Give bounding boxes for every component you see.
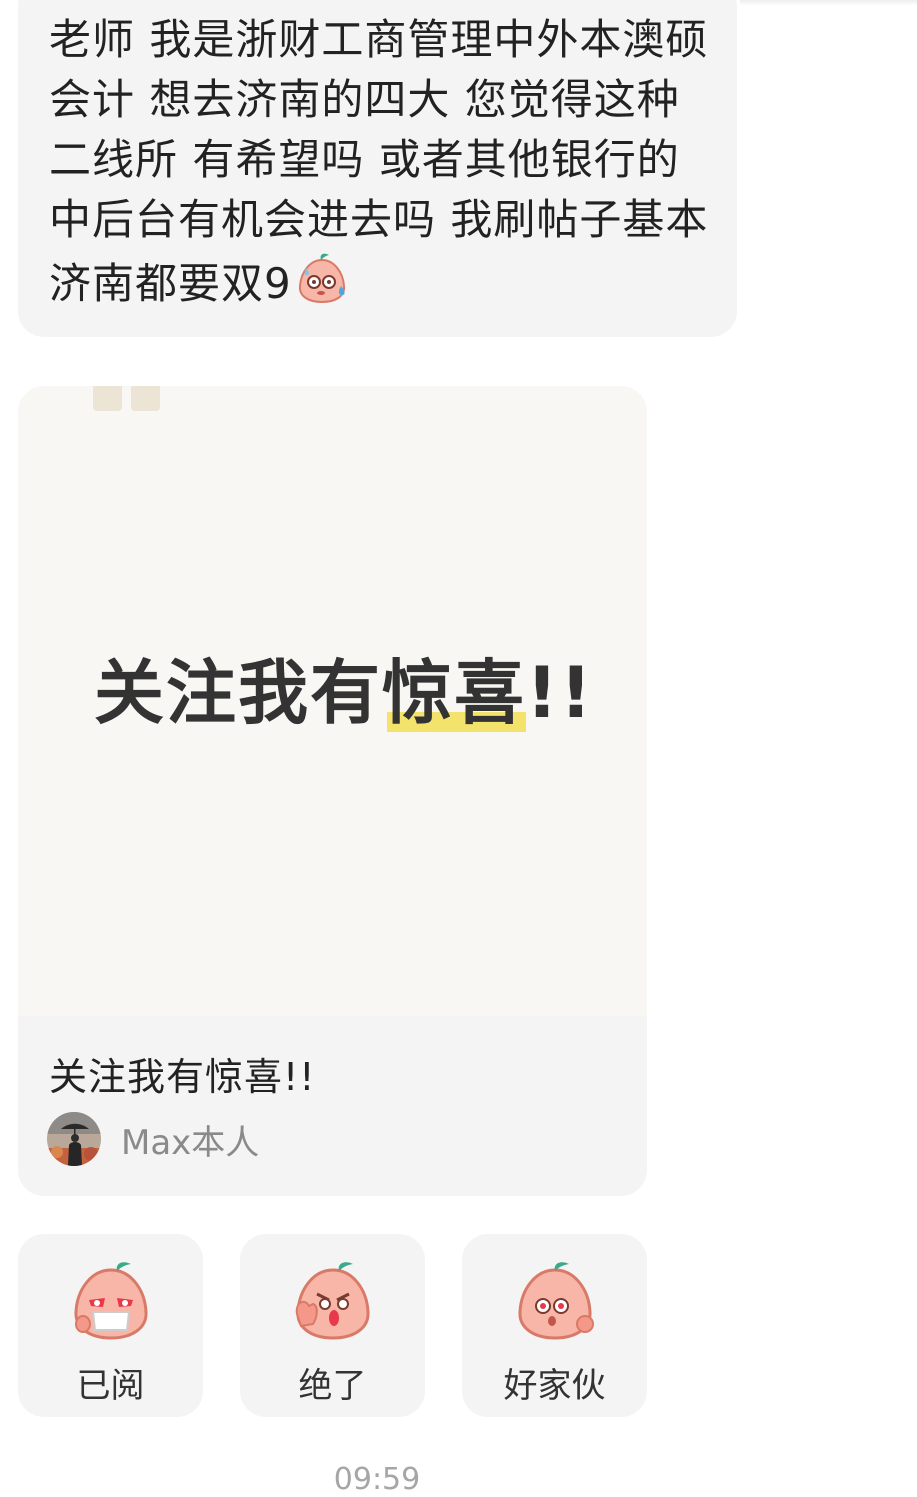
top-shadow-strip <box>740 0 917 6</box>
masked-peach-emoji-icon <box>73 1262 148 1340</box>
message-bubble[interactable]: 老师 我是浙财工商管理中外本澳硕会计 想去济南的四大 您觉得这种二线所 有希望吗… <box>18 0 737 337</box>
reaction-label: 好家伙 <box>503 1366 606 1406</box>
avatar[interactable] <box>47 1112 101 1166</box>
reaction-button-wow[interactable]: 好家伙 <box>462 1234 647 1417</box>
author-name[interactable]: Max本人 <box>121 1115 259 1164</box>
sweat-peach-emoji-icon <box>298 253 345 304</box>
shared-note-card[interactable]: 关注我有惊喜!! 关注我有惊喜!! Max本人 <box>18 386 647 1196</box>
quote-mark-decoration <box>93 386 169 415</box>
thumbs-up-peach-emoji-icon <box>295 1262 370 1340</box>
reaction-button-awesome[interactable]: 绝了 <box>240 1234 425 1417</box>
reaction-button-read[interactable]: 已阅 <box>18 1234 203 1417</box>
shocked-peach-emoji-icon <box>517 1262 594 1340</box>
note-title: 关注我有惊喜!! <box>49 1055 316 1099</box>
reaction-label: 已阅 <box>76 1366 145 1406</box>
quick-reactions: 已阅 绝了 好家伙 <box>18 1234 647 1417</box>
cover-title: 关注我有惊喜!! <box>94 648 594 738</box>
message-text: 老师 我是浙财工商管理中外本澳硕会计 想去济南的四大 您觉得这种二线所 有希望吗… <box>49 15 709 308</box>
note-author[interactable]: Max本人 <box>47 1111 259 1167</box>
cover-title-text: 关注我有惊喜!! <box>94 652 594 734</box>
reaction-label: 绝了 <box>298 1366 367 1406</box>
note-cover-image: 关注我有惊喜!! <box>18 386 647 1016</box>
